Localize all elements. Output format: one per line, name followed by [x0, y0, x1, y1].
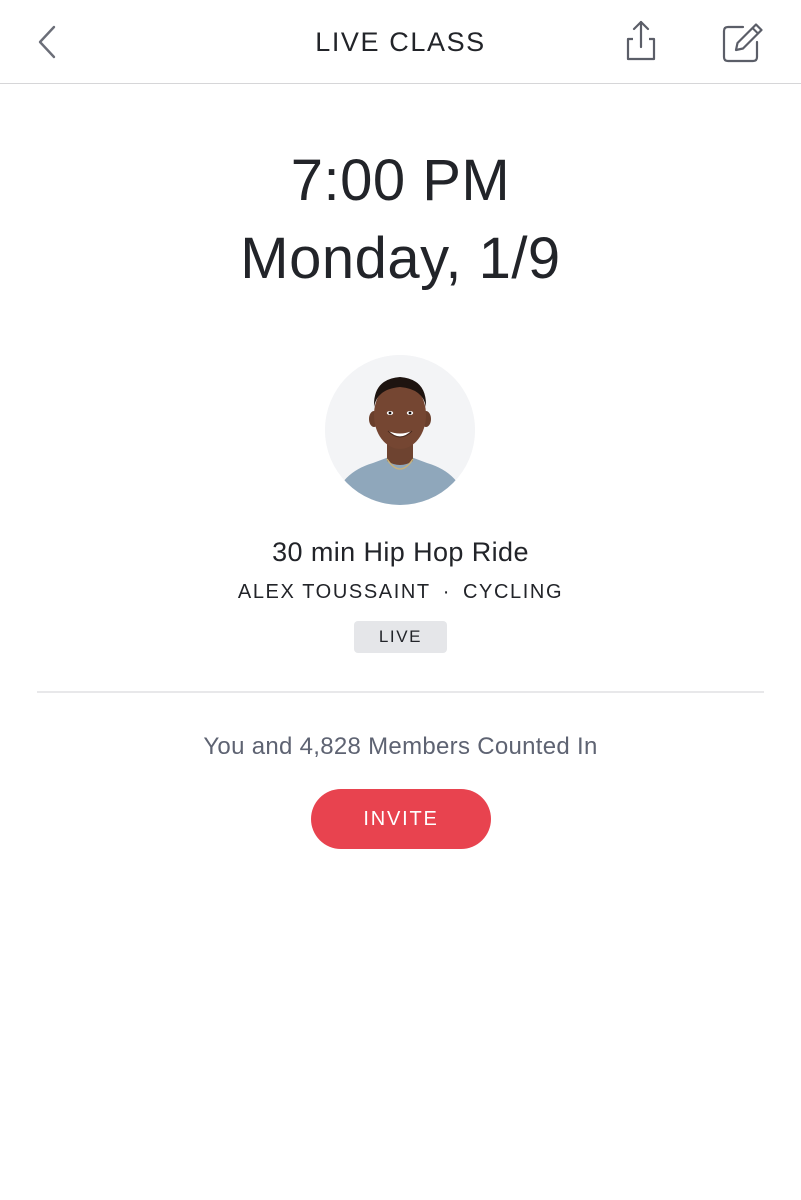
class-title: 30 min Hip Hop Ride — [272, 537, 529, 567]
page-title: LIVE CLASS — [315, 27, 486, 57]
invite-button[interactable]: INVITE — [311, 789, 491, 849]
live-badge: LIVE — [354, 621, 447, 653]
class-meta: ALEX TOUSSAINT · CYCLING — [0, 577, 801, 607]
class-date: Monday, 1/9 — [240, 226, 561, 291]
class-time: 7:00 PM — [290, 148, 511, 213]
top-nav-bar: LIVE CLASS — [0, 0, 801, 84]
share-icon[interactable] — [620, 18, 662, 64]
instructor-name[interactable]: ALEX TOUSSAINT — [238, 581, 431, 603]
members-counted-in: You and 4,828 Members Counted In — [203, 733, 598, 760]
discipline-label: CYCLING — [463, 581, 564, 603]
section-divider — [37, 691, 764, 693]
meta-separator: · — [442, 581, 451, 603]
compose-icon[interactable] — [718, 18, 766, 66]
instructor-avatar[interactable] — [325, 355, 475, 505]
